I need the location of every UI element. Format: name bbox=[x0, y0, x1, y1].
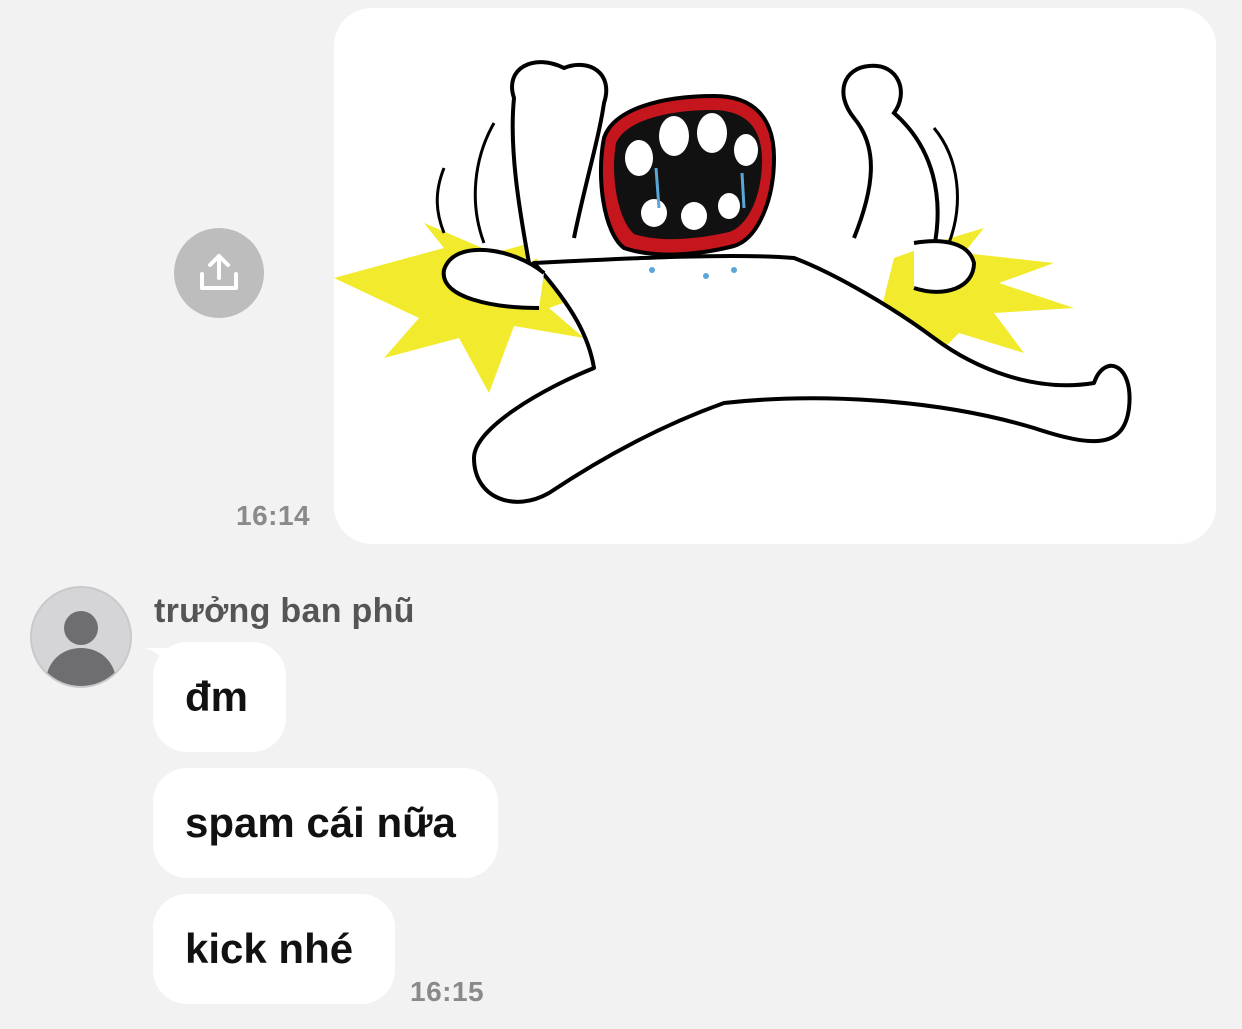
image-message-timestamp: 16:14 bbox=[236, 500, 311, 531]
sender-avatar[interactable] bbox=[30, 586, 132, 688]
image-message[interactable] bbox=[334, 8, 1216, 544]
sender-name: trưởng ban phũ bbox=[154, 592, 415, 630]
message-bubble[interactable]: đm bbox=[153, 642, 286, 752]
crying-tantrum-sticker bbox=[334, 60, 1132, 504]
share-upload-icon bbox=[200, 254, 238, 290]
share-button[interactable] bbox=[174, 228, 264, 318]
incoming-message-timestamp: 16:15 bbox=[410, 976, 485, 1007]
message-bubble[interactable]: kick nhé bbox=[153, 894, 395, 1004]
default-user-avatar-icon bbox=[45, 611, 117, 686]
message-bubble[interactable]: spam cái nữa bbox=[153, 768, 498, 878]
chat-view: 16:14 trưởng ban phũ đm spam cái nữa kic… bbox=[0, 0, 1242, 1029]
